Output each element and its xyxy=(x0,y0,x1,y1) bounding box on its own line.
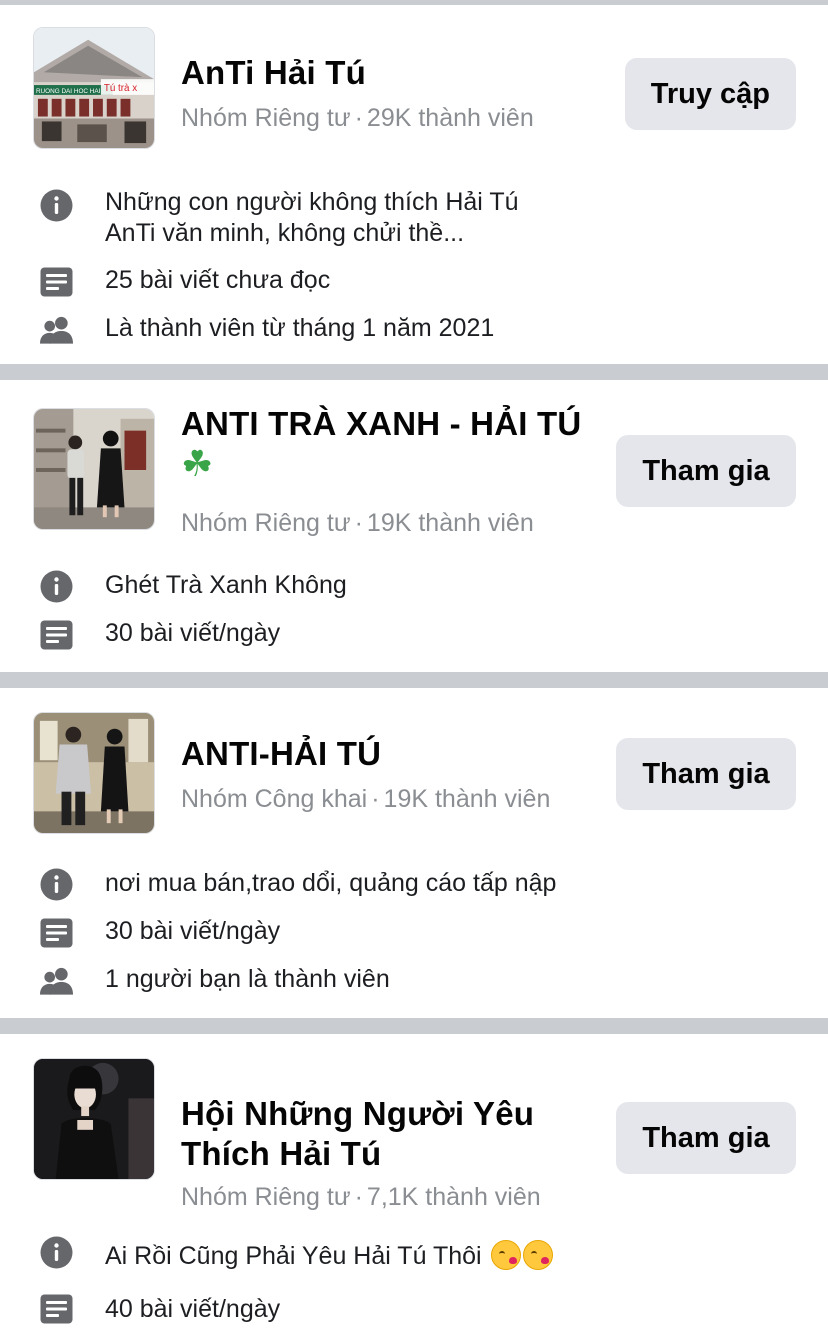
info-icon xyxy=(40,868,73,901)
group-member-count: 29K thành viên xyxy=(366,104,534,132)
posts-icon xyxy=(40,1292,73,1325)
members-icon xyxy=(40,964,73,997)
group-privacy: Nhóm Riêng tư xyxy=(181,104,351,132)
group-unread-posts: 25 bài viết chưa đọc xyxy=(105,266,331,294)
posts-icon xyxy=(40,916,73,949)
meta-separator: · xyxy=(354,509,363,537)
group-name-line-2[interactable]: Thích Hải Tú xyxy=(181,1134,381,1174)
visit-button[interactable]: Truy cập xyxy=(624,58,796,130)
group-name[interactable]: AnTi Hải Tú xyxy=(181,53,366,93)
group-name-line-1[interactable]: Hội Những Người Yêu xyxy=(181,1094,534,1134)
group-thumbnail[interactable]: RUONG DAI HOC HAI Tú trà x xyxy=(33,27,155,149)
group-description-text: Ai Rồi Cũng Phải Yêu Hải Tú Thôi xyxy=(105,1242,482,1270)
group-privacy: Nhóm Riêng tư xyxy=(181,1183,351,1211)
card-separator xyxy=(0,1018,828,1034)
join-button[interactable]: Tham gia xyxy=(616,1102,796,1174)
group-meta: Nhóm Riêng tư · 7,1K thành viên xyxy=(181,1182,541,1212)
join-button[interactable]: Tham gia xyxy=(616,435,796,507)
card-separator xyxy=(0,364,828,380)
group-thumbnail[interactable] xyxy=(33,1058,155,1180)
meta-separator: · xyxy=(354,1183,363,1211)
group-friends-members: 1 người bạn là thành viên xyxy=(105,965,390,993)
group-member-count: 19K thành viên xyxy=(366,509,534,537)
members-icon xyxy=(40,313,73,346)
group-description: Ai Rồi Cũng Phải Yêu Hải Tú Thôi xyxy=(105,1240,553,1271)
thumb-sign-text: RUONG DAI HOC HAI xyxy=(36,88,101,95)
group-name-text: ANTI TRÀ XANH - HẢI TÚ xyxy=(181,405,582,442)
group-description-line-2: AnTi văn minh, không chửi thề... xyxy=(105,219,465,247)
clover-emoji: ☘ xyxy=(181,443,214,484)
card-separator xyxy=(0,672,828,688)
group-card-anti-tra-xanh[interactable]: ANTI TRÀ XANH - HẢI TÚ ☘ Nhóm Riêng tư · 1… xyxy=(0,380,828,672)
meta-separator: · xyxy=(354,104,363,132)
group-thumbnail[interactable] xyxy=(33,408,155,530)
group-posts-per-day: 30 bài viết/ngày xyxy=(105,917,281,945)
group-meta: Nhóm Riêng tư · 29K thành viên xyxy=(181,103,534,133)
group-member-count: 7,1K thành viên xyxy=(366,1183,541,1211)
group-member-count: 19K thành viên xyxy=(383,785,551,813)
group-name[interactable]: ANTI-HẢI TÚ xyxy=(181,734,381,774)
group-meta: Nhóm Công khai · 19K thành viên xyxy=(181,784,550,814)
group-membership-since: Là thành viên từ tháng 1 năm 2021 xyxy=(105,314,495,342)
group-card-hoi-nhung-nguoi-yeu[interactable]: Hội Những Người Yêu Thích Hải Tú Nhóm Ri… xyxy=(0,1034,828,1330)
posts-icon xyxy=(40,265,73,298)
group-description: Ghét Trà Xanh Không xyxy=(105,571,347,599)
info-icon xyxy=(40,189,73,222)
meta-separator: · xyxy=(371,785,380,813)
group-name[interactable]: ANTI TRÀ XANH - HẢI TÚ ☘ xyxy=(181,404,601,485)
group-posts-per-day: 30 bài viết/ngày xyxy=(105,619,281,647)
group-privacy: Nhóm Công khai xyxy=(181,785,368,813)
posts-icon xyxy=(40,618,73,651)
join-button[interactable]: Tham gia xyxy=(616,738,796,810)
info-icon xyxy=(40,570,73,603)
group-thumbnail[interactable] xyxy=(33,712,155,834)
thumb-overlay-text: Tú trà x xyxy=(104,83,137,94)
group-description: nơi mua bán,trao dổi, quảng cáo tấp nập xyxy=(105,869,557,897)
info-icon xyxy=(40,1236,73,1269)
group-posts-per-day: 40 bài viết/ngày xyxy=(105,1295,281,1323)
group-card-anti-hai-tu-public[interactable]: ANTI-HẢI TÚ Nhóm Công khai · 19K thành viê… xyxy=(0,688,828,1018)
group-description-line-1: Những con người không thích Hải Tú xyxy=(105,188,519,216)
kissing-face-emoji xyxy=(490,1240,521,1270)
group-meta: Nhóm Riêng tư · 19K thành viên xyxy=(181,508,534,538)
group-privacy: Nhóm Riêng tư xyxy=(181,509,351,537)
group-card-anti-hai-tu[interactable]: RUONG DAI HOC HAI Tú trà x AnTi Hải Tú N… xyxy=(0,5,828,364)
kissing-face-emoji xyxy=(522,1240,553,1270)
